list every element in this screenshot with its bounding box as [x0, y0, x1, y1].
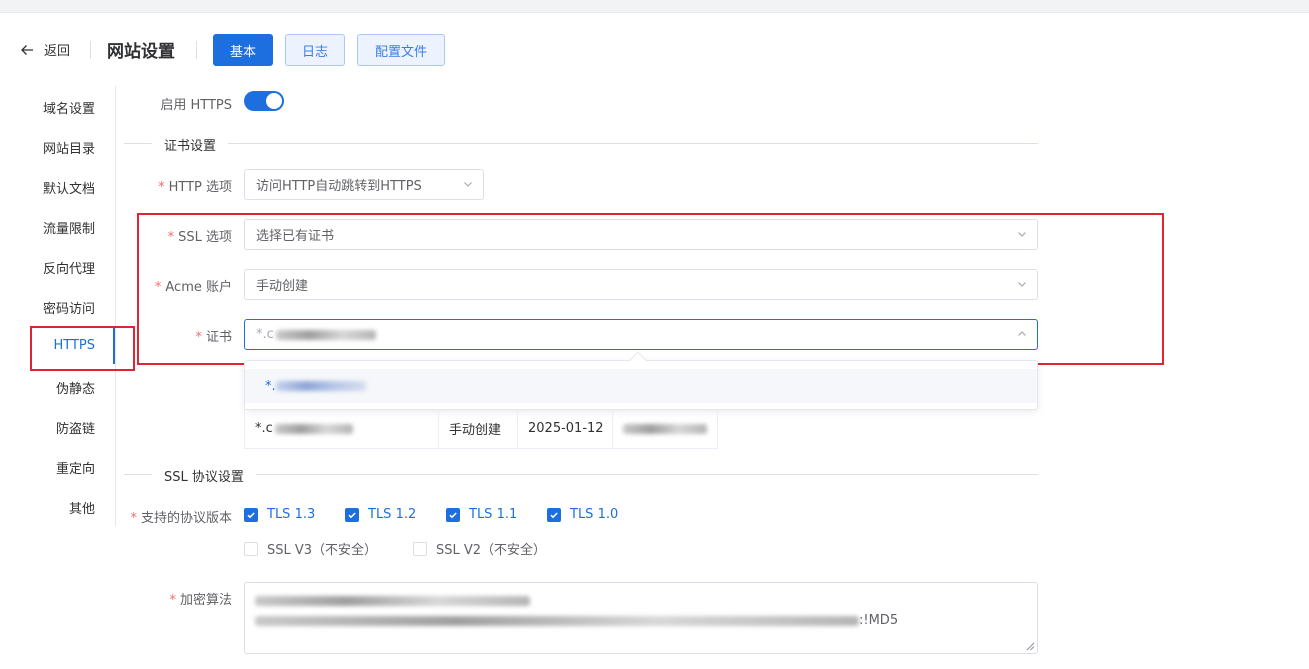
cipher-label: * 加密算法 — [169, 593, 232, 608]
check-icon — [547, 507, 561, 522]
cert-section-divider — [124, 143, 1038, 144]
redacted-certificate-name — [275, 329, 376, 340]
sidebar-item-https[interactable]: HTTPS — [53, 338, 95, 353]
sidebar-item-password-access[interactable]: 密码访问 — [43, 298, 95, 317]
enable-https-switch[interactable] — [244, 91, 284, 111]
chevron-down-icon — [464, 182, 472, 187]
check-icon — [446, 507, 460, 522]
checkbox-tls11[interactable]: TLS 1.1 — [446, 507, 517, 522]
check-icon — [345, 507, 359, 522]
certificate-value-prefix: *.c — [256, 327, 274, 342]
sidebar-border — [115, 86, 116, 526]
cert-provider-cell: 手动创建 — [439, 409, 518, 448]
redacted-option-name — [275, 381, 366, 391]
http-option-select[interactable]: 访问HTTP自动跳转到HTTPS — [244, 169, 484, 200]
checkbox-empty-icon — [244, 541, 258, 556]
sidebar-item-hotlink[interactable]: 防盗链 — [56, 418, 95, 437]
check-icon — [244, 507, 258, 522]
chevron-down-icon — [1018, 282, 1026, 287]
acme-account-label: * Acme 账户 — [154, 280, 232, 295]
tab-logs[interactable]: 日志 — [285, 34, 345, 66]
checkbox-empty-icon — [413, 541, 427, 556]
sidebar-item-rewrite[interactable]: 伪静态 — [56, 378, 95, 397]
http-option-value: 访问HTTP自动跳转到HTTPS — [256, 179, 422, 194]
redacted-cipher-text — [255, 595, 530, 606]
certificate-option[interactable]: *. — [245, 369, 1037, 403]
certificate-dropdown: *. — [244, 360, 1038, 410]
chevron-down-icon — [1018, 232, 1026, 237]
cert-expire-cell: 2025-01-12 — [518, 409, 613, 448]
cipher-line-2: :!MD5 — [255, 611, 1027, 631]
ssl-section-divider — [124, 474, 1038, 475]
sidebar-item-redirect[interactable]: 重定向 — [56, 458, 95, 477]
resize-handle-icon[interactable] — [1026, 642, 1035, 651]
checkbox-tls12[interactable]: TLS 1.2 — [345, 507, 416, 522]
redacted-domain — [274, 423, 353, 434]
settings-sidebar: 域名设置 网站目录 默认文档 流量限制 反向代理 密码访问 HTTPS 伪静态 … — [0, 86, 116, 526]
cipher-textarea[interactable]: :!MD5 — [244, 582, 1038, 654]
cert-info-row: *.c 手动创建 2025-01-12 — [244, 409, 718, 449]
page-header: 返回 网站设置 基本 日志 配置文件 — [0, 34, 1309, 66]
switch-knob — [266, 93, 282, 109]
sidebar-item-site-dir[interactable]: 网站目录 — [43, 138, 95, 157]
redacted-issuer — [623, 423, 707, 434]
cert-section-title: 证书设置 — [152, 135, 229, 154]
page-title: 网站设置 — [107, 42, 175, 62]
cipher-line-1 — [255, 591, 1027, 611]
tab-basic[interactable]: 基本 — [213, 34, 273, 66]
checkbox-sslv3[interactable]: SSL V3（不安全） — [244, 539, 377, 558]
header-divider — [90, 41, 91, 59]
chevron-up-icon — [1018, 331, 1026, 336]
certificate-select[interactable]: *.c — [244, 319, 1038, 350]
certificate-label: * 证书 — [195, 330, 232, 345]
protocols-label: * 支持的协议版本 — [130, 511, 232, 526]
sidebar-active-indicator — [113, 327, 115, 364]
sidebar-item-reverse-proxy[interactable]: 反向代理 — [43, 258, 95, 277]
enable-https-label: 启用 HTTPS — [160, 98, 232, 113]
ssl-option-value: 选择已有证书 — [256, 229, 335, 244]
checkbox-sslv2[interactable]: SSL V2（不安全） — [413, 539, 546, 558]
redacted-cipher-text — [255, 615, 859, 626]
ssl-option-select[interactable]: 选择已有证书 — [244, 219, 1038, 250]
checkbox-tls10[interactable]: TLS 1.0 — [547, 507, 618, 522]
ssl-option-label: * SSL 选项 — [167, 230, 232, 245]
tab-config-file[interactable]: 配置文件 — [357, 34, 445, 66]
checkbox-tls13[interactable]: TLS 1.3 — [244, 507, 315, 522]
sidebar-item-default-doc[interactable]: 默认文档 — [43, 178, 95, 197]
header-divider — [196, 41, 197, 59]
sidebar-item-other[interactable]: 其他 — [69, 498, 95, 517]
ssl-section-title: SSL 协议设置 — [152, 466, 256, 485]
cert-domain-cell: *.c — [245, 409, 439, 448]
acme-account-value: 手动创建 — [256, 279, 309, 294]
cert-issuer-cell — [613, 409, 717, 448]
top-strip — [0, 0, 1309, 13]
back-label: 返回 — [44, 44, 71, 59]
sidebar-item-traffic-limit[interactable]: 流量限制 — [43, 218, 95, 237]
sidebar-item-domain[interactable]: 域名设置 — [43, 98, 95, 117]
arrow-left-icon — [21, 44, 33, 55]
acme-account-select[interactable]: 手动创建 — [244, 269, 1038, 300]
back-button[interactable]: 返回 — [20, 40, 70, 59]
http-option-label: * HTTP 选项 — [158, 180, 232, 195]
